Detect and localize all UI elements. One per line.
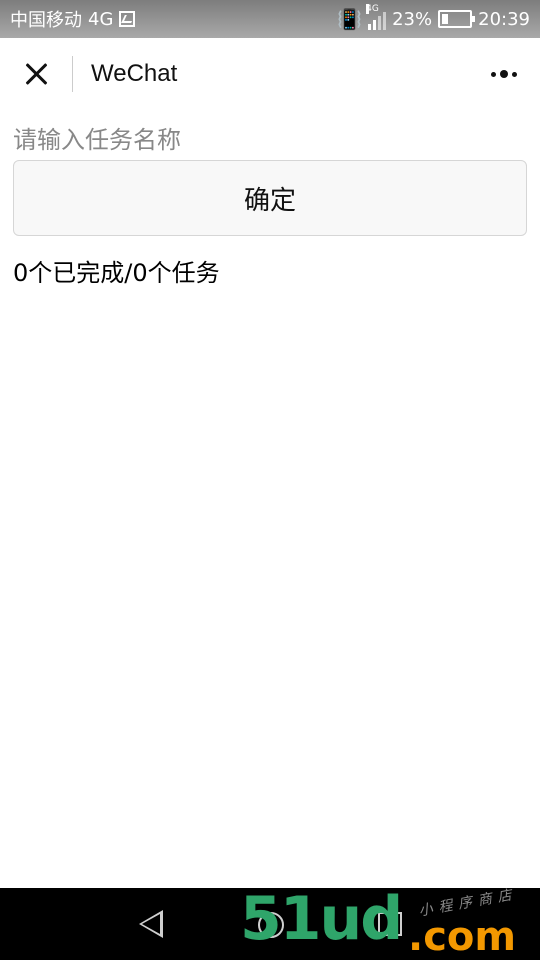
signal-icon: 4G bbox=[366, 4, 387, 30]
more-icon bbox=[500, 70, 508, 78]
more-icon-dot bbox=[512, 71, 517, 77]
close-icon bbox=[24, 62, 48, 86]
close-button[interactable] bbox=[0, 38, 72, 110]
nav-divider bbox=[72, 56, 73, 92]
battery-fill bbox=[442, 14, 449, 24]
battery-percent: 23% bbox=[392, 8, 433, 30]
task-summary: 0个已完成/0个任务 bbox=[13, 259, 220, 287]
status-bar: 中国移动 4G 📳 4G 23% 20:39 bbox=[0, 0, 540, 38]
nav-bar: WeChat bbox=[0, 38, 540, 110]
network-label: 4G bbox=[88, 8, 114, 30]
page-title: WeChat bbox=[91, 60, 178, 87]
image-notification-icon bbox=[119, 11, 136, 27]
status-left: 中国移动 4G bbox=[10, 6, 136, 32]
system-navigation-bar bbox=[0, 888, 540, 960]
carrier-label: 中国移动 bbox=[10, 10, 82, 31]
signal-label: 4G bbox=[366, 4, 379, 14]
clock: 20:39 bbox=[478, 8, 530, 30]
more-button[interactable] bbox=[486, 60, 522, 88]
recent-square-icon[interactable] bbox=[378, 912, 402, 936]
task-name-input[interactable] bbox=[13, 120, 527, 160]
back-triangle-icon[interactable] bbox=[139, 910, 163, 938]
home-circle-icon[interactable] bbox=[258, 912, 284, 938]
confirm-button[interactable]: 确定 bbox=[13, 160, 527, 236]
vibrate-icon: 📳 bbox=[337, 7, 363, 31]
status-right: 📳 4G 23% 20:39 bbox=[337, 4, 530, 31]
battery-icon bbox=[438, 10, 476, 28]
more-icon-dot bbox=[491, 71, 496, 77]
screen: 中国移动 4G 📳 4G 23% 20:39 WeChat 请输入任务名称 确定… bbox=[0, 0, 540, 960]
